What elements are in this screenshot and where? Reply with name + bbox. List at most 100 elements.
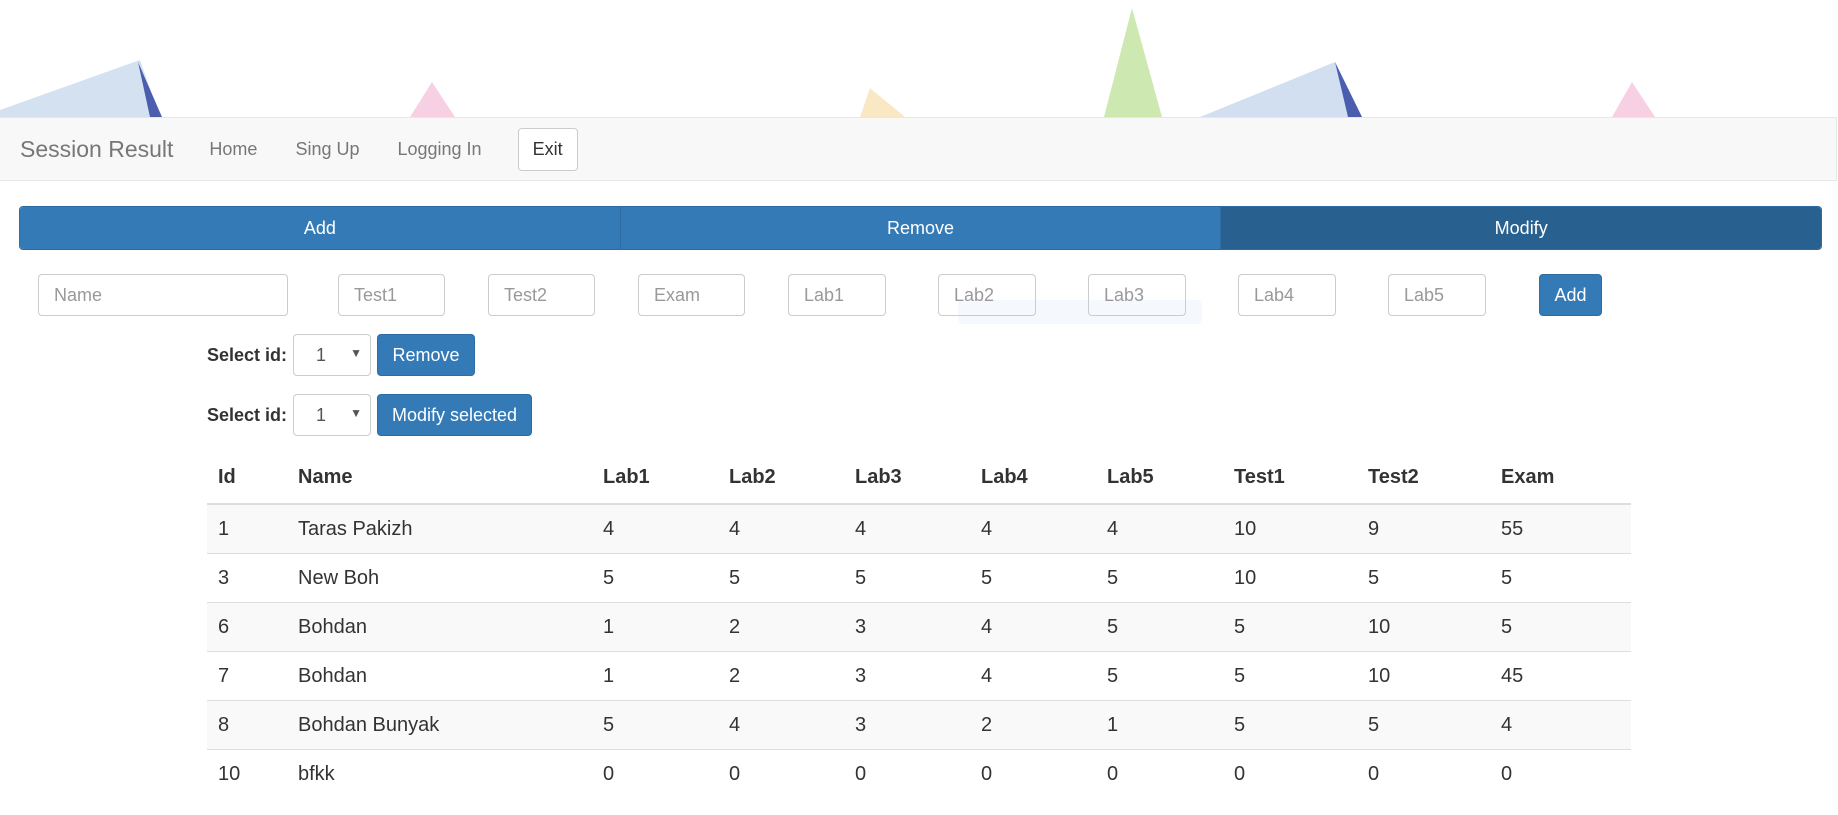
table-row: 7 Bohdan 1 2 3 4 5 5 10 45 xyxy=(207,651,1631,701)
cell-exam: 45 xyxy=(1490,651,1631,701)
cell-test1: 10 xyxy=(1223,503,1357,554)
cell-id: 1 xyxy=(207,503,287,554)
cell-exam: 5 xyxy=(1490,602,1631,652)
cell-lab2: 2 xyxy=(718,602,844,652)
lab1-input[interactable] xyxy=(788,274,886,316)
table-row: 3 New Boh 5 5 5 5 5 10 5 5 xyxy=(207,553,1631,603)
cell-name: Bohdan Bunyak xyxy=(287,700,592,750)
cell-name: Taras Pakizh xyxy=(287,503,592,554)
cell-lab3: 3 xyxy=(844,602,970,652)
cell-lab1: 1 xyxy=(592,651,718,701)
cell-lab1: 0 xyxy=(592,749,718,798)
nav-link-logging-in[interactable]: Logging In xyxy=(397,139,481,160)
column-header-test2: Test2 xyxy=(1357,451,1490,505)
cell-id: 6 xyxy=(207,602,287,652)
cell-test2: 5 xyxy=(1357,553,1490,603)
cell-test1: 5 xyxy=(1223,700,1357,750)
cell-lab5: 5 xyxy=(1096,651,1223,701)
cell-lab2: 0 xyxy=(718,749,844,798)
cell-lab2: 4 xyxy=(718,503,844,554)
cell-lab5: 0 xyxy=(1096,749,1223,798)
cell-lab4: 2 xyxy=(970,700,1096,750)
caret-down-icon: ▼ xyxy=(350,406,363,420)
cell-test1: 0 xyxy=(1223,749,1357,798)
tab-remove[interactable]: Remove xyxy=(620,207,1222,249)
modify-id-select[interactable]: 1 ▼ xyxy=(293,394,372,436)
cell-lab4: 4 xyxy=(970,602,1096,652)
test1-input[interactable] xyxy=(338,274,445,316)
table-row: 1 Taras Pakizh 4 4 4 4 4 10 9 55 xyxy=(207,503,1631,554)
cell-id: 8 xyxy=(207,700,287,750)
cell-lab1: 4 xyxy=(592,503,718,554)
table-body: 1 Taras Pakizh 4 4 4 4 4 10 9 55 3 New Boh 5 5 5 5 5 10 5 5… xyxy=(207,503,1631,798)
add-record-form: Add xyxy=(0,274,1838,324)
column-header-lab4: Lab4 xyxy=(970,451,1096,505)
table-row: 6 Bohdan 1 2 3 4 5 5 10 5 xyxy=(207,602,1631,652)
column-header-name: Name xyxy=(287,451,592,505)
results-table: Id Name Lab1 Lab2 Lab3 Lab4 Lab5 Test1 T… xyxy=(207,451,1631,798)
test2-input[interactable] xyxy=(488,274,595,316)
cell-lab4: 4 xyxy=(970,651,1096,701)
lab3-input[interactable] xyxy=(1088,274,1186,316)
remove-form: Select id: 1 ▼ Remove xyxy=(207,333,476,377)
nav-link-home[interactable]: Home xyxy=(209,139,257,160)
tab-modify[interactable]: Modify xyxy=(1221,207,1821,249)
cell-lab2: 5 xyxy=(718,553,844,603)
cell-lab3: 3 xyxy=(844,651,970,701)
column-header-test1: Test1 xyxy=(1223,451,1357,505)
tab-add[interactable]: Add xyxy=(20,207,621,249)
cell-lab3: 5 xyxy=(844,553,970,603)
exam-input[interactable] xyxy=(638,274,745,316)
cell-lab3: 0 xyxy=(844,749,970,798)
nav-link-sign-up[interactable]: Sing Up xyxy=(295,139,359,160)
column-header-lab1: Lab1 xyxy=(592,451,718,505)
lab5-input[interactable] xyxy=(1388,274,1486,316)
cell-exam: 55 xyxy=(1490,503,1631,554)
remove-id-select[interactable]: 1 ▼ xyxy=(293,334,372,376)
cell-lab1: 5 xyxy=(592,553,718,603)
column-header-lab2: Lab2 xyxy=(718,451,844,505)
cell-lab5: 1 xyxy=(1096,700,1223,750)
brand-title[interactable]: Session Result xyxy=(20,136,173,163)
cell-test2: 0 xyxy=(1357,749,1490,798)
column-header-lab5: Lab5 xyxy=(1096,451,1223,505)
table-row: 10 bfkk 0 0 0 0 0 0 0 0 xyxy=(207,749,1631,798)
cell-test2: 10 xyxy=(1357,602,1490,652)
column-header-id: Id xyxy=(207,451,287,505)
cell-test2: 9 xyxy=(1357,503,1490,554)
cell-name: Bohdan xyxy=(287,602,592,652)
cell-lab4: 4 xyxy=(970,503,1096,554)
cell-exam: 4 xyxy=(1490,700,1631,750)
exit-button[interactable]: Exit xyxy=(517,127,578,171)
column-header-lab3: Lab3 xyxy=(844,451,970,505)
table-row: 8 Bohdan Bunyak 5 4 3 2 1 5 5 4 xyxy=(207,700,1631,750)
modify-select-label: Select id: xyxy=(207,404,288,425)
navbar: Session Result Home Sing Up Logging In E… xyxy=(0,117,1837,181)
cell-name: New Boh xyxy=(287,553,592,603)
modify-selected-button[interactable]: Modify selected xyxy=(377,394,533,436)
caret-down-icon: ▼ xyxy=(350,346,363,360)
name-input[interactable] xyxy=(38,274,288,316)
cell-name: bfkk xyxy=(287,749,592,798)
lab2-input[interactable] xyxy=(938,274,1036,316)
add-submit-button[interactable]: Add xyxy=(1539,274,1602,316)
cell-exam: 5 xyxy=(1490,553,1631,603)
cell-test1: 5 xyxy=(1223,602,1357,652)
remove-button[interactable]: Remove xyxy=(377,334,476,376)
lab4-input[interactable] xyxy=(1238,274,1336,316)
cell-lab2: 4 xyxy=(718,700,844,750)
cell-id: 3 xyxy=(207,553,287,603)
cell-lab4: 5 xyxy=(970,553,1096,603)
mode-tabs: Add Remove Modify xyxy=(19,206,1822,250)
cell-name: Bohdan xyxy=(287,651,592,701)
modify-form: Select id: 1 ▼ Modify selected xyxy=(207,393,533,437)
cell-exam: 0 xyxy=(1490,749,1631,798)
cell-lab1: 5 xyxy=(592,700,718,750)
cell-lab2: 2 xyxy=(718,651,844,701)
cell-lab3: 3 xyxy=(844,700,970,750)
remove-id-value: 1 xyxy=(316,345,327,365)
cell-lab5: 5 xyxy=(1096,602,1223,652)
cell-id: 10 xyxy=(207,749,287,798)
cell-test1: 5 xyxy=(1223,651,1357,701)
decorative-background xyxy=(0,8,1655,117)
